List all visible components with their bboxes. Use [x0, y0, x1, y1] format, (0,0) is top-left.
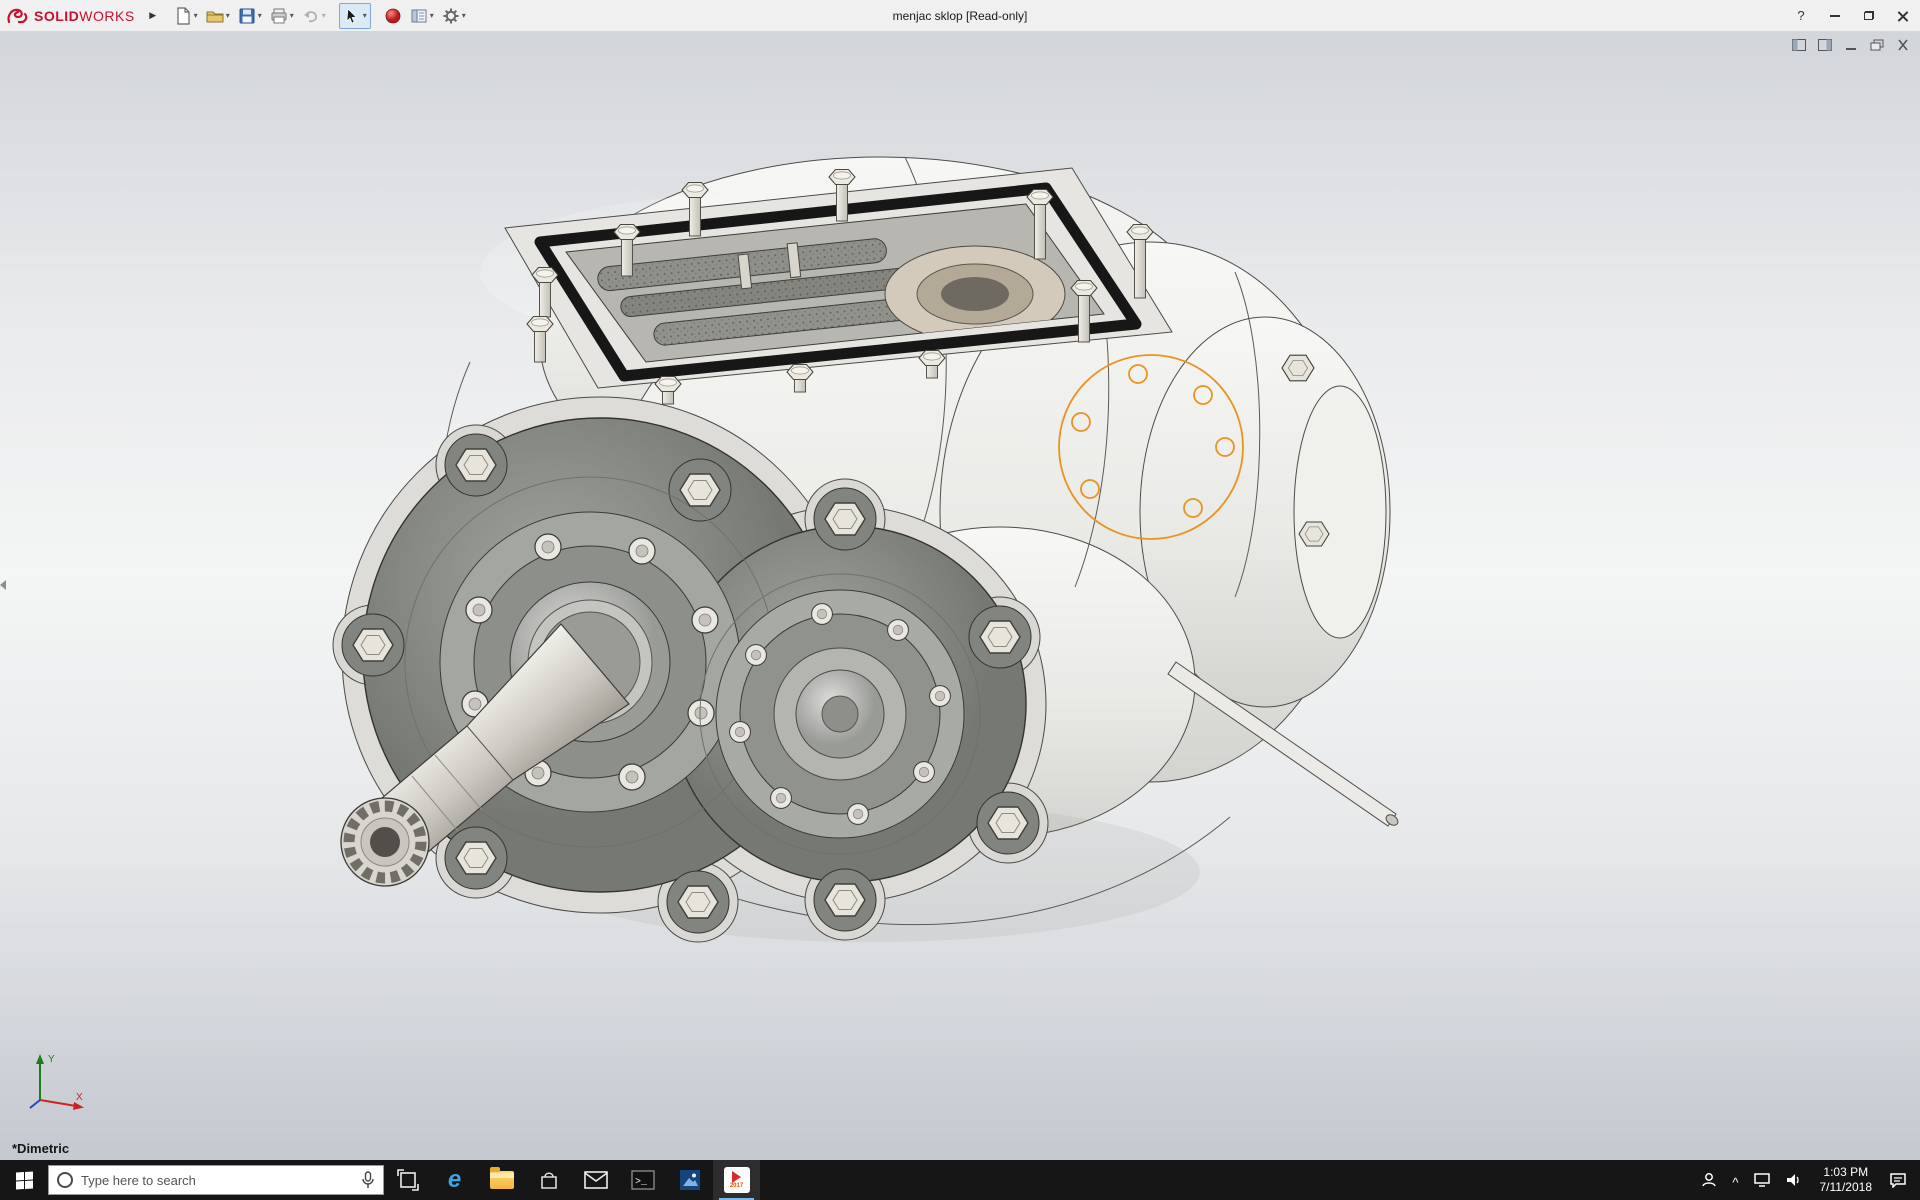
- close-icon: [1898, 11, 1908, 21]
- pinned-apps: e >_ 2017: [384, 1160, 760, 1200]
- windows-logo-icon: [15, 1171, 33, 1189]
- hidden-icons-chevron-icon: ^: [1732, 1174, 1739, 1190]
- mail-button[interactable]: [572, 1160, 619, 1200]
- print-button[interactable]: ▾: [267, 3, 297, 29]
- doc-minimize-icon[interactable]: [1842, 37, 1860, 53]
- store-button[interactable]: [525, 1160, 572, 1200]
- mail-icon: [583, 1171, 608, 1189]
- solidworks-taskbar-button[interactable]: 2017: [713, 1160, 760, 1200]
- doc-close-icon[interactable]: [1894, 37, 1912, 53]
- new-document-icon: [177, 6, 190, 25]
- open-document-button[interactable]: ▾: [203, 3, 233, 29]
- brand-text-works: WORKS: [79, 7, 135, 24]
- orientation-triad: Y X: [29, 1054, 84, 1110]
- solidworks-logo: SOLID WORKS: [0, 0, 143, 31]
- network-icon: [1753, 1173, 1770, 1187]
- command-prompt-button[interactable]: >_: [619, 1160, 666, 1200]
- task-view-icon: [396, 1169, 419, 1191]
- solidworks-arrow-glyph: [732, 1171, 741, 1183]
- ds-logo-icon: [7, 8, 28, 23]
- action-center-icon: [1890, 1173, 1906, 1188]
- graphics-area[interactable]: Y X *Dimetric: [0, 32, 1920, 1160]
- people-button[interactable]: [1693, 1160, 1725, 1200]
- windows-taskbar: e >_ 2017: [0, 1160, 1920, 1200]
- svg-text:>_: >_: [635, 1177, 648, 1188]
- clock-time: 1:03 PM: [1823, 1165, 1869, 1179]
- cortana-icon: [57, 1172, 73, 1188]
- save-button[interactable]: ▾: [235, 3, 265, 29]
- titlebar: SOLID WORKS ▶ ▾ ▾ ▾ ▾ ▾ ▾ ▾ ▾ menjac skl…: [0, 0, 1920, 32]
- undo-button[interactable]: ▾: [299, 3, 329, 29]
- minimize-button[interactable]: [1818, 0, 1852, 31]
- save-icon: [239, 8, 255, 23]
- doc-restore-icon[interactable]: [1868, 37, 1886, 53]
- search-input[interactable]: [81, 1172, 353, 1188]
- select-cursor-icon: [346, 7, 357, 23]
- edge-icon: e: [447, 1166, 462, 1193]
- options-button[interactable]: ▾: [439, 3, 469, 29]
- drawing-report-button[interactable]: ▾: [407, 3, 437, 29]
- close-button[interactable]: [1886, 0, 1920, 31]
- photos-icon: [679, 1170, 700, 1190]
- new-document-button[interactable]: ▾: [171, 3, 201, 29]
- solidworks-version-badge: 2017: [729, 1183, 744, 1189]
- action-center-button[interactable]: [1882, 1160, 1914, 1200]
- document-window-controls: [1790, 37, 1912, 53]
- file-explorer-button[interactable]: [478, 1160, 525, 1200]
- network-button[interactable]: [1746, 1160, 1778, 1200]
- brand-text-solid: SOLID: [34, 7, 80, 24]
- edge-button[interactable]: e: [431, 1160, 478, 1200]
- taskbar-search[interactable]: [48, 1165, 384, 1195]
- triad-y-label: Y: [48, 1054, 55, 1065]
- clock-date: 7/11/2018: [1819, 1180, 1873, 1194]
- system-tray: ^ 1:03 PM 7/11/2018: [1693, 1160, 1920, 1200]
- solidworks-icon: 2017: [723, 1167, 750, 1193]
- edit-appearance-button[interactable]: [381, 3, 405, 29]
- view-orientation-label: *Dimetric: [12, 1141, 70, 1156]
- window-controls: ?: [1784, 0, 1920, 31]
- start-button[interactable]: [0, 1160, 48, 1200]
- file-explorer-icon: [489, 1167, 514, 1189]
- volume-icon: [1786, 1174, 1799, 1186]
- store-icon: [540, 1172, 557, 1189]
- feature-pane-flyout-arrow[interactable]: [0, 572, 9, 598]
- dock-pane-right-icon[interactable]: [1816, 37, 1834, 53]
- select-tool-button[interactable]: ▾: [338, 2, 371, 29]
- desktop-screen: SOLID WORKS ▶ ▾ ▾ ▾ ▾ ▾ ▾ ▾ ▾ menjac skl…: [0, 0, 1920, 1200]
- dock-pane-left-icon[interactable]: [1790, 37, 1808, 53]
- minimize-icon: [1830, 14, 1840, 17]
- menu-flyout-arrow-icon[interactable]: ▶: [145, 5, 161, 27]
- appearance-sphere-icon: [385, 8, 401, 23]
- quick-toolbar: ▾ ▾ ▾ ▾ ▾ ▾ ▾ ▾: [171, 0, 469, 31]
- window-title: menjac sklop [Read-only]: [892, 8, 1028, 23]
- gearbox-3d-model[interactable]: [0, 32, 1920, 1160]
- microphone-icon[interactable]: [361, 1171, 375, 1189]
- hidden-icons-button[interactable]: ^: [1725, 1160, 1745, 1200]
- triad-x-label: X: [76, 1092, 83, 1103]
- restore-icon: [1864, 11, 1874, 20]
- gear-icon: [443, 8, 459, 23]
- volume-button[interactable]: [1778, 1160, 1810, 1200]
- report-pane-icon: [411, 9, 427, 22]
- people-icon: [1702, 1173, 1717, 1187]
- task-view-button[interactable]: [384, 1160, 431, 1200]
- help-button[interactable]: ?: [1784, 0, 1818, 31]
- restore-button[interactable]: [1852, 0, 1886, 31]
- open-folder-icon: [206, 11, 224, 22]
- photos-button[interactable]: [666, 1160, 713, 1200]
- print-icon: [271, 8, 287, 23]
- undo-icon: [303, 10, 317, 22]
- taskbar-clock[interactable]: 1:03 PM 7/11/2018: [1810, 1165, 1883, 1195]
- command-prompt-icon: >_: [630, 1170, 655, 1190]
